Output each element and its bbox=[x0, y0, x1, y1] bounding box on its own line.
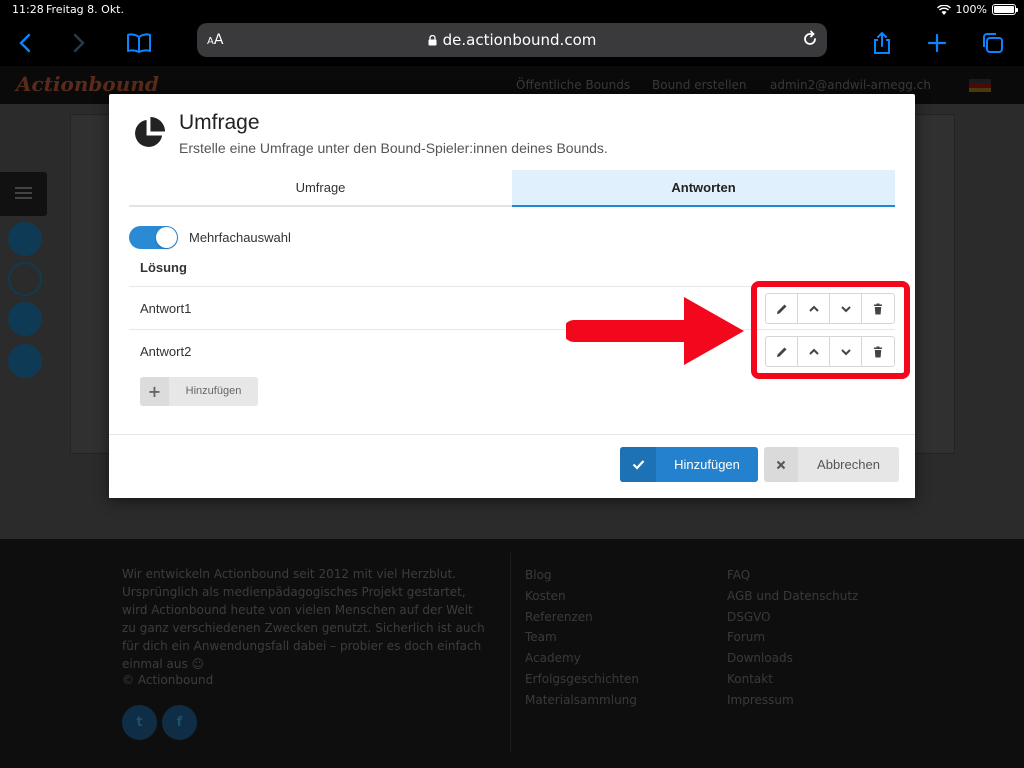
ios-status-bar: 11:28 Freitag 8. Okt. 100% bbox=[0, 0, 1024, 20]
facebook-icon: f bbox=[162, 705, 197, 740]
chevron-down-icon bbox=[840, 305, 851, 312]
close-icon bbox=[764, 447, 798, 482]
pie-chart-icon bbox=[135, 116, 166, 147]
bookmarks-icon[interactable] bbox=[124, 28, 154, 58]
answer-label: Antwort2 bbox=[140, 344, 192, 359]
tab-antworten[interactable]: Antworten bbox=[512, 170, 895, 207]
solution-column-header: Lösung bbox=[140, 260, 187, 275]
url-text: de.actionbound.com bbox=[442, 31, 597, 49]
cancel-label: Abbrechen bbox=[817, 457, 880, 472]
status-right: 100% bbox=[936, 3, 1018, 16]
nav-public-bounds: Öffentliche Bounds bbox=[516, 78, 631, 92]
footer-link: Kontakt bbox=[727, 671, 773, 686]
footer-links-col1: Blog Kosten Referenzen Team Academy Erfo… bbox=[525, 565, 639, 711]
pencil-icon bbox=[776, 304, 786, 314]
answer-actions bbox=[765, 293, 895, 324]
trash-icon bbox=[874, 346, 882, 357]
tabs-overview-icon[interactable] bbox=[977, 28, 1007, 58]
footer-link: Impressum bbox=[727, 692, 794, 707]
submit-label: Hinzufügen bbox=[674, 457, 740, 472]
move-up-button[interactable] bbox=[798, 337, 830, 366]
chevron-up-icon bbox=[808, 305, 819, 312]
answer-row: Antwort2 bbox=[129, 329, 895, 372]
footer-link: Downloads bbox=[727, 651, 793, 666]
site-footer: Wir entwickeln Actionbound seit 2012 mit… bbox=[0, 539, 1024, 768]
wifi-icon bbox=[936, 4, 951, 15]
footer-link: Erfolgsgeschichten bbox=[525, 671, 639, 686]
submit-button[interactable]: Hinzufügen bbox=[620, 447, 758, 482]
check-icon bbox=[620, 447, 656, 482]
move-down-button[interactable] bbox=[830, 337, 862, 366]
safari-toolbar: AA de.actionbound.com bbox=[0, 20, 1024, 66]
nav-create-bound: Bound erstellen bbox=[652, 78, 747, 92]
delete-button[interactable] bbox=[862, 294, 894, 323]
answer-row: Antwort1 bbox=[129, 286, 895, 329]
survey-modal: Umfrage Erstelle eine Umfrage unter den … bbox=[109, 94, 915, 498]
battery-percent: 100% bbox=[955, 3, 987, 16]
cancel-button[interactable]: Abbrechen bbox=[764, 447, 899, 482]
sidebar-wrench-icon bbox=[8, 302, 42, 336]
reload-icon[interactable] bbox=[801, 30, 819, 48]
delete-button[interactable] bbox=[862, 337, 894, 366]
lock-icon bbox=[428, 35, 437, 46]
edit-button[interactable] bbox=[766, 337, 798, 366]
forward-icon[interactable] bbox=[64, 28, 94, 58]
footer-link: DSGVO bbox=[727, 609, 771, 624]
modal-footer: Hinzufügen Abbrechen bbox=[109, 434, 915, 498]
footer-link: AGB und Datenschutz bbox=[727, 588, 859, 603]
footer-links-col2: FAQ AGB und Datenschutz DSGVO Forum Down… bbox=[727, 565, 858, 711]
sidebar-chart-icon bbox=[8, 344, 42, 378]
chevron-up-icon bbox=[808, 348, 819, 355]
battery-icon bbox=[992, 4, 1018, 15]
answer-label: Antwort1 bbox=[140, 301, 192, 316]
footer-link: Forum bbox=[727, 630, 766, 645]
sidebar-compass-icon bbox=[8, 262, 42, 296]
footer-link: Referenzen bbox=[525, 609, 593, 624]
footer-link: Team bbox=[525, 630, 557, 645]
footer-link: Kosten bbox=[525, 588, 566, 603]
status-time: 11:28 bbox=[12, 3, 44, 16]
answer-actions bbox=[765, 336, 895, 367]
url-display: de.actionbound.com bbox=[197, 31, 827, 49]
sidebar-circle-1 bbox=[8, 222, 42, 256]
modal-subtitle: Erstelle eine Umfrage unter den Bound-Sp… bbox=[179, 140, 608, 156]
back-icon[interactable] bbox=[10, 28, 40, 58]
new-tab-icon[interactable] bbox=[922, 28, 952, 58]
move-up-button[interactable] bbox=[798, 294, 830, 323]
plus-icon: + bbox=[140, 377, 169, 406]
nav-user-account: admin2@andwil-arnegg.ch bbox=[770, 78, 931, 92]
status-date: Freitag 8. Okt. bbox=[46, 3, 124, 16]
footer-link: Materialsammlung bbox=[525, 692, 637, 707]
address-bar[interactable]: AA de.actionbound.com bbox=[197, 23, 827, 57]
footer-link: FAQ bbox=[727, 568, 751, 582]
multiple-choice-toggle[interactable] bbox=[129, 226, 178, 249]
tab-umfrage[interactable]: Umfrage bbox=[129, 170, 512, 205]
multiple-choice-label: Mehrfachauswahl bbox=[189, 230, 291, 245]
chevron-down-icon bbox=[840, 348, 851, 355]
modal-tabs: Umfrage Antworten bbox=[129, 170, 895, 207]
toggle-knob bbox=[156, 227, 177, 248]
footer-divider bbox=[510, 553, 511, 753]
footer-about-text: Wir entwickeln Actionbound seit 2012 mit… bbox=[122, 567, 485, 671]
modal-title: Umfrage bbox=[179, 111, 260, 134]
site-logo: Actionbound bbox=[16, 72, 159, 96]
twitter-icon: t bbox=[122, 705, 157, 740]
footer-copyright: © Actionbound bbox=[122, 673, 214, 687]
footer-link: Academy bbox=[525, 651, 581, 666]
german-flag-icon bbox=[969, 79, 991, 92]
share-icon[interactable] bbox=[867, 28, 897, 58]
footer-link: Blog bbox=[525, 568, 552, 582]
pencil-icon bbox=[776, 347, 786, 357]
edit-button[interactable] bbox=[766, 294, 798, 323]
add-answer-button[interactable]: + Hinzufügen bbox=[140, 377, 258, 406]
move-down-button[interactable] bbox=[830, 294, 862, 323]
menu-icon bbox=[0, 172, 47, 216]
add-answer-label: Hinzufügen bbox=[185, 385, 242, 397]
trash-icon bbox=[874, 303, 882, 314]
